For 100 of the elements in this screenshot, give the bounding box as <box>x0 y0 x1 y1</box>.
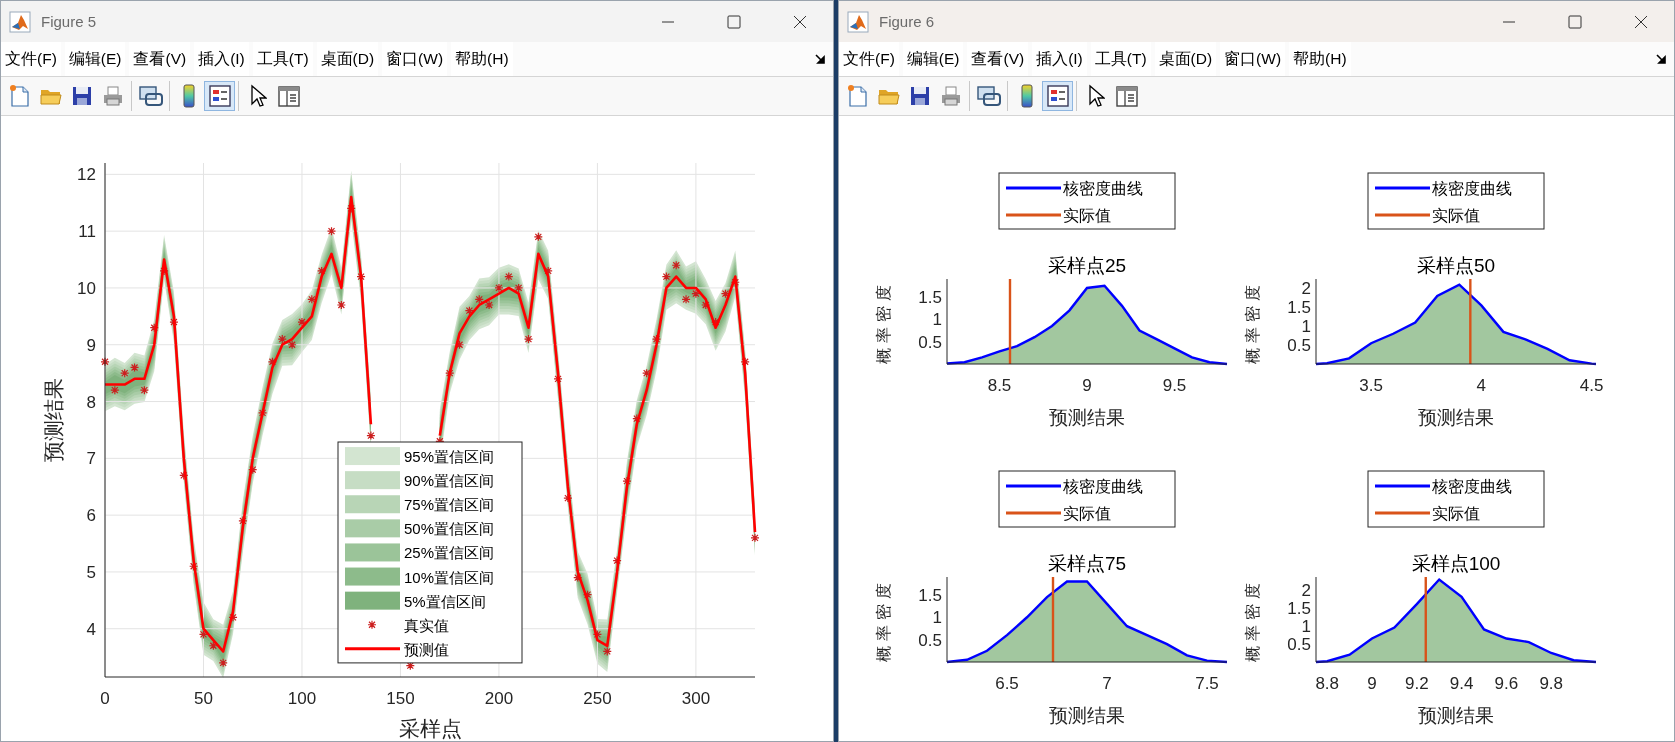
tick-label: 250 <box>583 689 612 708</box>
tick-label: 2 <box>1301 580 1311 600</box>
tick-label: 200 <box>484 689 514 708</box>
legend-icon <box>207 84 232 108</box>
axis-title: 预测结果 <box>1049 407 1125 428</box>
menu-item[interactable]: 桌面(D) <box>316 42 379 76</box>
maximize-icon <box>727 14 741 29</box>
legend-icon <box>1045 84 1070 108</box>
tick-label: 4 <box>1476 376 1487 395</box>
legend-swatch <box>1006 213 1061 217</box>
menu-item[interactable]: 窗口(W) <box>382 42 448 76</box>
menu-item[interactable]: 查看(V) <box>967 42 1029 76</box>
axis-title: 概率密度 <box>1244 279 1261 364</box>
legend-label: 实际值 <box>1063 207 1111 224</box>
menu-item[interactable]: 查看(V) <box>129 42 191 76</box>
menu-item[interactable]: 工具(T) <box>1090 42 1151 76</box>
axis-title: 概率密度 <box>875 279 892 364</box>
tick-label: 10 <box>77 278 96 298</box>
chart-title: 采样点25 <box>1047 255 1127 276</box>
tick-label: 9.6 <box>1494 674 1519 693</box>
tick-label: 1.5 <box>1287 298 1311 318</box>
linked-plots-icon <box>137 84 164 108</box>
tick-label: 100 <box>287 689 317 708</box>
legend-marker <box>367 620 377 630</box>
menu-item[interactable]: 工具(T) <box>252 42 313 76</box>
maximize-icon <box>1568 14 1582 29</box>
tick-label: 9 <box>1367 674 1377 693</box>
legend-label: 50%置信区间 <box>404 520 495 538</box>
app-icon <box>9 10 31 33</box>
tick-label: 0 <box>100 689 110 708</box>
legend-swatch <box>1006 186 1061 190</box>
legend-label: 实际值 <box>1432 207 1480 224</box>
window-title: Figure 5 <box>41 13 98 30</box>
chart-title: 采样点50 <box>1416 255 1496 276</box>
close-icon <box>1634 14 1648 29</box>
tick-label: 8.5 <box>987 376 1012 395</box>
axis-title: 概率密度 <box>875 577 892 662</box>
tick-label: 6.5 <box>995 674 1019 693</box>
menu-item[interactable]: 文件(F) <box>839 42 899 76</box>
tick-label: 8 <box>86 392 96 412</box>
menu-item[interactable]: 文件(F) <box>1 42 61 76</box>
legend-label: 10%置信区间 <box>404 568 495 586</box>
legend-label: 真实值 <box>404 616 449 634</box>
tick-label: 3.5 <box>1359 376 1383 395</box>
legend-label: 预测值 <box>404 640 449 658</box>
axis-title: 预测结果 <box>1049 705 1125 726</box>
tick-label: 6 <box>86 506 96 526</box>
tick-label: 1 <box>932 608 942 628</box>
tick-label: 9 <box>1082 376 1092 395</box>
axis-title: 采样点 <box>398 717 462 740</box>
menu-item[interactable]: 插入(I) <box>1032 42 1087 76</box>
menu-item[interactable]: 桌面(D) <box>1154 42 1217 76</box>
dock-arrow-icon[interactable] <box>1656 53 1668 65</box>
tick-label: 9.2 <box>1405 674 1429 693</box>
menu-item[interactable]: 帮助(H) <box>451 42 513 76</box>
axis-title: 预测结果 <box>1418 705 1494 726</box>
tick-label: 0.5 <box>918 332 942 352</box>
close-icon <box>793 14 807 29</box>
menu-item[interactable]: 插入(I) <box>194 42 249 76</box>
toolbar-button[interactable] <box>204 81 235 111</box>
tick-label: 7 <box>86 449 96 469</box>
pointer-icon <box>248 84 267 108</box>
tick-label: 300 <box>681 689 711 708</box>
menu-item[interactable]: 帮助(H) <box>1289 42 1351 76</box>
tick-label: 9.8 <box>1539 674 1563 693</box>
tick-label: 12 <box>77 165 96 185</box>
tick-label: 0.5 <box>918 630 942 650</box>
menu-item[interactable]: 编辑(E) <box>902 42 964 76</box>
menu-item[interactable]: 编辑(E) <box>64 42 126 76</box>
legend-label: 核密度曲线 <box>1063 478 1143 495</box>
tick-label: 11 <box>78 222 96 242</box>
tick-label: 9 <box>86 335 96 355</box>
dock-arrow-icon[interactable] <box>815 53 827 65</box>
tick-label: 1.5 <box>918 287 942 307</box>
legend-swatch <box>1006 484 1061 488</box>
axis-title: 概率密度 <box>1244 577 1261 662</box>
legend-swatch <box>1375 484 1430 488</box>
new-file-icon <box>8 84 31 108</box>
tick-label: 1.5 <box>1287 598 1311 618</box>
property-inspector-icon <box>1114 84 1139 108</box>
tick-label: 150 <box>386 689 415 708</box>
tick-label: 0.5 <box>1287 634 1311 654</box>
property-inspector-icon <box>276 84 301 108</box>
toolbar-button[interactable] <box>1042 81 1073 111</box>
legend-label: 90%置信区间 <box>404 472 495 490</box>
legend-label: 核密度曲线 <box>1432 180 1512 197</box>
legend-label: 核密度曲线 <box>1432 478 1512 495</box>
menu-item[interactable]: 窗口(W) <box>1220 42 1286 76</box>
tick-label: 50 <box>194 689 213 708</box>
window-title: Figure 6 <box>879 13 936 30</box>
tick-label: 1.5 <box>918 585 942 605</box>
legend-label: 实际值 <box>1063 505 1111 522</box>
chart-title: 采样点75 <box>1047 553 1127 574</box>
new-file-icon <box>846 84 869 108</box>
tick-label: 8.8 <box>1315 674 1339 693</box>
legend-swatch <box>1006 511 1061 515</box>
legend-label: 75%置信区间 <box>404 496 495 514</box>
legend-label: 核密度曲线 <box>1063 180 1143 197</box>
linked-plots-icon <box>975 84 1002 108</box>
tick-label: 0.5 <box>1287 336 1311 356</box>
